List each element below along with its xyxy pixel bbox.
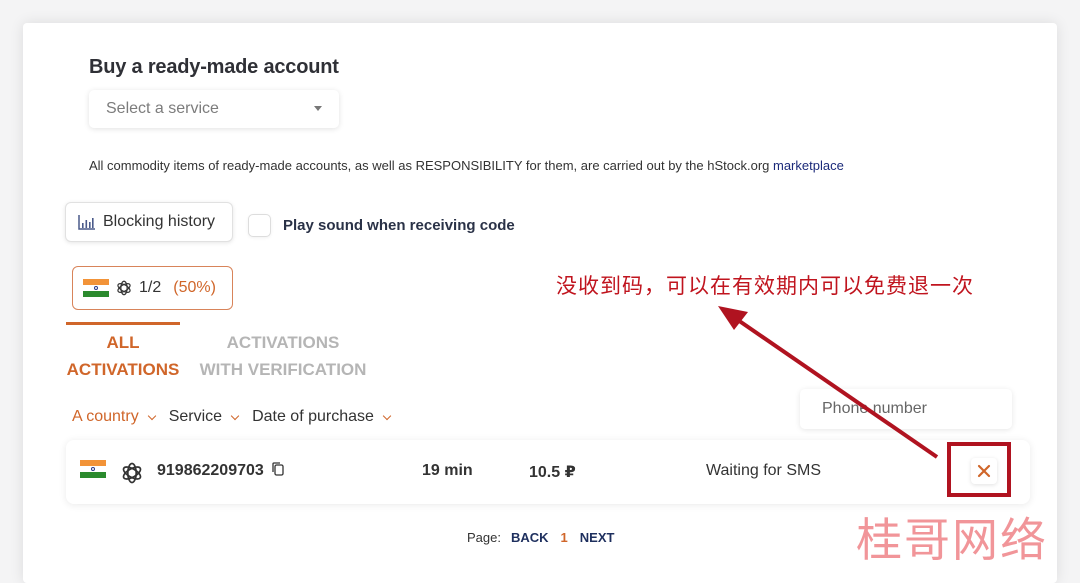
page-title: Buy a ready-made account bbox=[89, 56, 339, 78]
caret-down-icon bbox=[314, 106, 322, 111]
page-next-link[interactable]: NEXT bbox=[580, 530, 615, 545]
copy-icon[interactable] bbox=[272, 462, 284, 476]
pagination: Page: BACK 1 NEXT bbox=[467, 530, 614, 545]
play-sound-label: Play sound when receiving code bbox=[283, 217, 515, 234]
tab-all-activations[interactable]: ALL ACTIVATIONS bbox=[60, 329, 186, 383]
cancel-activation-button[interactable] bbox=[971, 458, 997, 484]
annotation-text: 没收到码，可以在有效期内可以免费退一次 bbox=[556, 274, 974, 298]
tab-activations-with-verification[interactable]: ACTIVATIONS WITH VERIFICATION bbox=[195, 329, 371, 383]
activation-ratio: 1/2 bbox=[139, 279, 162, 296]
close-icon bbox=[977, 464, 991, 478]
filter-bar: A country Service Date of purchase bbox=[72, 408, 394, 426]
service-select-placeholder: Select a service bbox=[106, 100, 219, 117]
page-current[interactable]: 1 bbox=[561, 530, 568, 545]
phone-number-search-input[interactable] bbox=[800, 389, 1012, 429]
filter-date-of-purchase[interactable]: Date of purchase bbox=[252, 408, 392, 426]
watermark: 桂哥网络 bbox=[856, 513, 1048, 567]
marketplace-notice: All commodity items of ready-made accoun… bbox=[89, 158, 844, 173]
activation-percent: (50%) bbox=[173, 279, 216, 296]
active-tab-indicator bbox=[66, 322, 180, 325]
tab-label-line1: ALL bbox=[106, 333, 140, 352]
filter-country[interactable]: A country bbox=[72, 408, 156, 426]
blocking-history-button[interactable]: Blocking history bbox=[65, 202, 233, 242]
openai-icon bbox=[117, 280, 131, 296]
page-back-link[interactable]: BACK bbox=[511, 530, 549, 545]
bar-chart-icon bbox=[78, 215, 95, 230]
notice-text: All commodity items of ready-made accoun… bbox=[89, 158, 773, 173]
tab-label-line2: ACTIVATIONS bbox=[66, 360, 180, 379]
activation-row: 919862209703 19 min 10.5 ₽ Waiting for S… bbox=[66, 440, 1030, 504]
service-select[interactable]: Select a service bbox=[89, 90, 339, 128]
activation-price: 10.5 ₽ bbox=[529, 464, 576, 481]
openai-icon bbox=[122, 462, 142, 484]
activation-status: Waiting for SMS bbox=[706, 462, 821, 479]
filter-date-label: Date of purchase bbox=[252, 408, 374, 425]
play-sound-checkbox[interactable] bbox=[248, 214, 271, 237]
tab-label-line1: ACTIVATIONS bbox=[226, 333, 340, 352]
filter-service-label: Service bbox=[168, 408, 223, 425]
tab-label-line2: WITH VERIFICATION bbox=[199, 360, 367, 379]
blocking-history-label: Blocking history bbox=[103, 213, 216, 230]
chevron-down-icon bbox=[147, 411, 156, 420]
activation-stat-chip[interactable]: 1/2 (50%) bbox=[72, 266, 233, 310]
india-flag-icon bbox=[83, 279, 109, 297]
chevron-down-icon bbox=[382, 411, 392, 420]
filter-service[interactable]: Service bbox=[168, 408, 240, 426]
marketplace-link[interactable]: marketplace bbox=[773, 158, 844, 173]
chevron-down-icon bbox=[230, 411, 240, 420]
play-sound-option[interactable]: Play sound when receiving code bbox=[248, 214, 515, 237]
filter-country-label: A country bbox=[72, 408, 139, 425]
phone-number: 919862209703 bbox=[157, 462, 264, 479]
time-remaining: 19 min bbox=[422, 462, 473, 479]
india-flag-icon bbox=[80, 460, 106, 478]
page-label: Page: bbox=[467, 530, 501, 545]
